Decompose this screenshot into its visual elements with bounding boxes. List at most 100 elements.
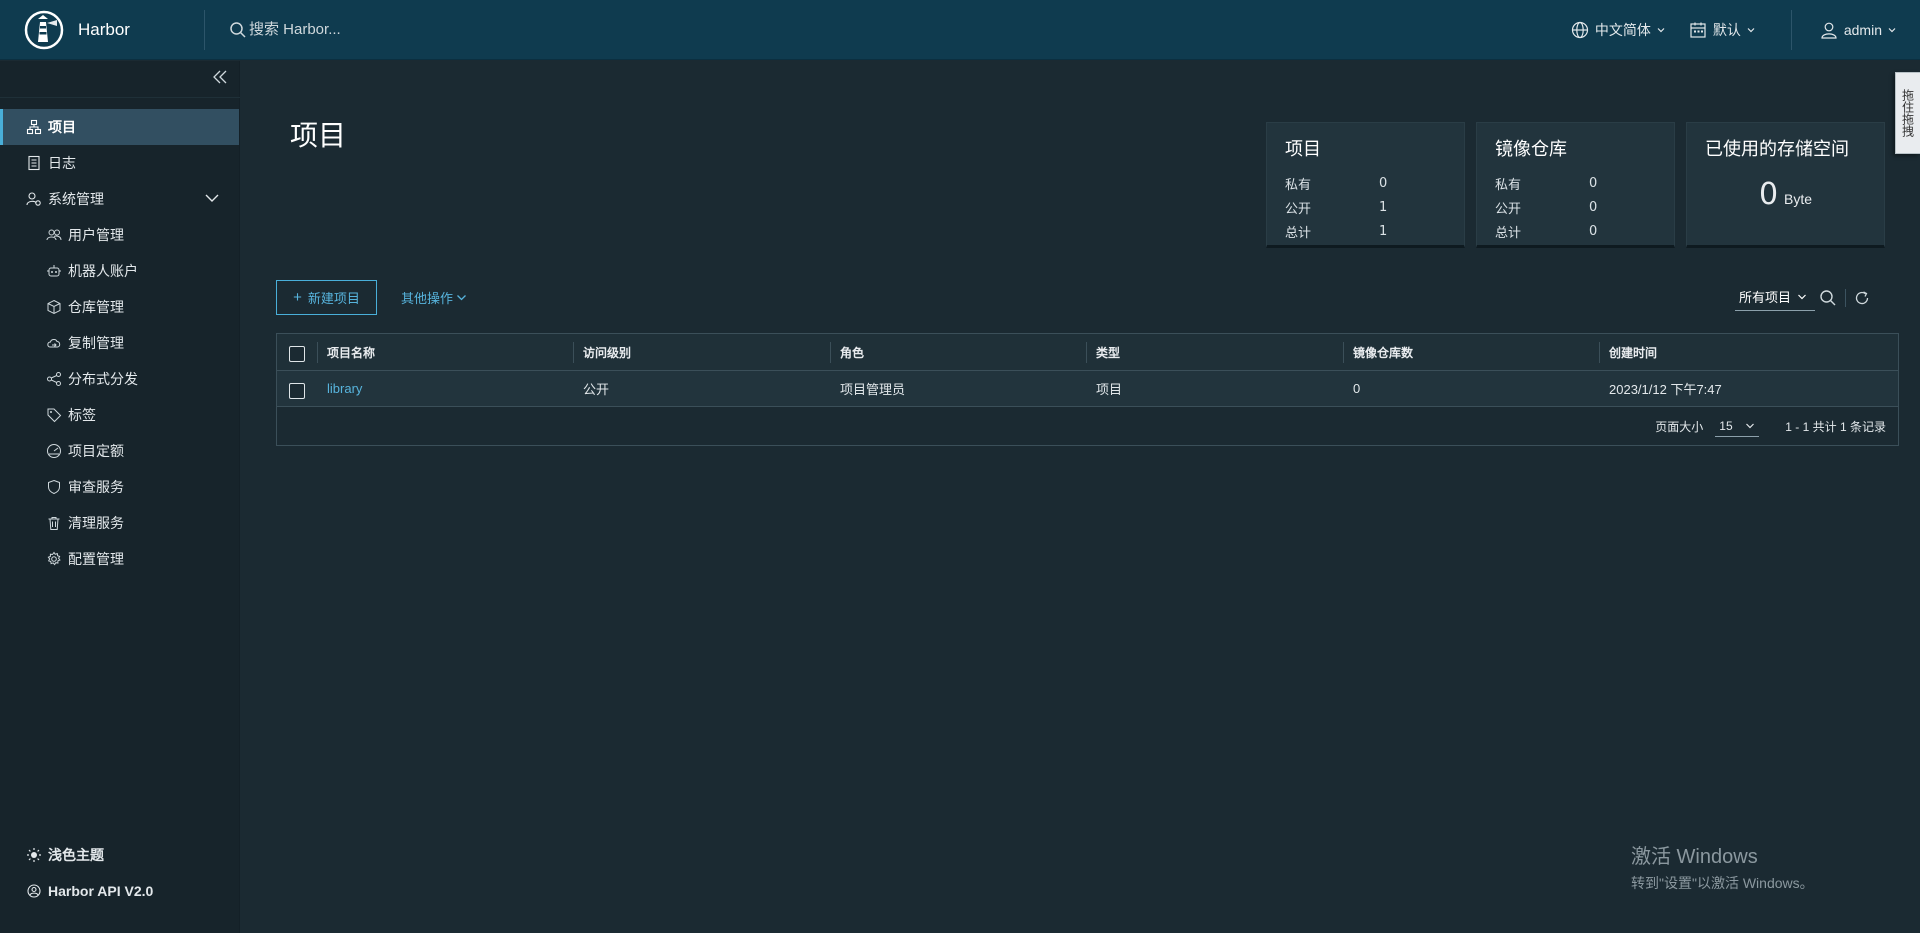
storage-number: 0 — [1758, 177, 1779, 212]
access-level-cell: 公开 — [583, 382, 610, 397]
new-project-button[interactable]: + 新建项目 — [276, 280, 377, 315]
projects-summary-card: 项目 私有 0 公开 1 总计 1 — [1266, 122, 1465, 248]
chevron-down-icon — [1747, 27, 1755, 32]
table-footer: 页面大小 15 1 - 1 共计 1 条记录 — [277, 407, 1898, 445]
distribution-icon — [47, 372, 61, 386]
sidebar-item-logs[interactable]: 日志 — [0, 145, 240, 181]
refresh-icon[interactable] — [1854, 290, 1870, 306]
more-actions-label: 其他操作 — [401, 291, 454, 306]
project-name-link[interactable]: library — [327, 381, 362, 396]
globe-icon — [1571, 21, 1588, 38]
column-header-access[interactable]: 访问级别 — [573, 334, 830, 370]
filter-label: 所有项目 — [1739, 290, 1792, 305]
projects-table: 项目名称 访问级别 角色 类型 镜像仓库数 创建时间 library 公开 项目… — [276, 333, 1899, 446]
storage-summary-card: 已使用的存储空间 0 Byte — [1686, 122, 1885, 248]
header-divider — [1790, 9, 1792, 50]
harbor-logo-icon — [24, 10, 64, 49]
sidebar-item-label: 复制管理 — [68, 335, 124, 351]
projects-icon — [26, 119, 42, 135]
sidebar-item-admin[interactable]: 系统管理 — [0, 181, 240, 217]
sidebar-item-users[interactable]: 用户管理 — [0, 217, 240, 253]
global-search[interactable] — [229, 0, 549, 60]
sidebar-item-registries[interactable]: 仓库管理 — [0, 289, 240, 325]
column-header-name[interactable]: 项目名称 — [317, 334, 573, 370]
search-input[interactable] — [249, 21, 549, 38]
card-row-public: 公开 0 — [1495, 199, 1598, 216]
sidebar-item-replications[interactable]: 复制管理 — [0, 325, 240, 361]
filter-divider — [1845, 289, 1846, 307]
app-header: Harbor 中文简体 默认 — [0, 0, 1920, 60]
admin-icon — [26, 192, 41, 206]
logs-icon — [28, 155, 40, 171]
sun-icon — [27, 848, 41, 862]
gear-icon — [47, 551, 61, 566]
card-row-private: 私有 0 — [1495, 175, 1598, 192]
sidebar-item-configuration[interactable]: 配置管理 — [0, 541, 240, 577]
table-row: library 公开 项目管理员 项目 0 2023/1/12 下午7:47 — [277, 371, 1898, 407]
chevron-down-icon — [1888, 27, 1896, 32]
storage-value: 0 Byte — [1705, 177, 1866, 212]
column-header-created[interactable]: 创建时间 — [1599, 334, 1889, 370]
language-selector[interactable]: 中文简体 — [1571, 20, 1665, 40]
user-menu[interactable]: admin — [1820, 21, 1896, 39]
brand[interactable]: Harbor — [0, 0, 204, 60]
theme-selector[interactable]: 默认 — [1689, 20, 1755, 40]
sidebar-item-projects[interactable]: 项目 — [0, 109, 239, 145]
project-filter: 所有项目 — [1735, 285, 1870, 311]
brand-name: Harbor — [78, 19, 130, 39]
card-title: 已使用的存储空间 — [1705, 139, 1849, 159]
api-explorer-link[interactable]: Harbor API V2.0 — [0, 873, 240, 909]
sidebar-item-label: 系统管理 — [48, 191, 104, 207]
card-row-private: 私有 0 — [1285, 175, 1388, 192]
sidebar-item-quotas[interactable]: 项目定额 — [0, 433, 240, 469]
floating-side-tab[interactable]: 拖住拖拽 — [1895, 72, 1920, 154]
sidebar-item-label: 配置管理 — [68, 551, 124, 567]
chevron-down-icon — [457, 295, 466, 301]
sidebar-item-interrogation[interactable]: 审查服务 — [0, 469, 240, 505]
user-icon — [1821, 22, 1837, 39]
column-header-role[interactable]: 角色 — [830, 334, 1086, 370]
row-checkbox[interactable] — [289, 382, 305, 399]
sidebar-item-cleanup[interactable]: 清理服务 — [0, 505, 240, 541]
sidebar-item-label: 审查服务 — [68, 479, 124, 495]
created-time-cell: 2023/1/12 下午7:47 — [1609, 382, 1722, 397]
sidebar-item-label: 项目定额 — [68, 443, 124, 459]
user-name: admin — [1843, 21, 1882, 38]
watermark-line1: 激活 Windows — [1631, 846, 1758, 868]
card-row-total: 总计 0 — [1495, 223, 1598, 240]
sidebar-item-robot-accounts[interactable]: 机器人账户 — [0, 253, 240, 289]
project-filter-select[interactable]: 所有项目 — [1735, 285, 1815, 311]
theme-toggle[interactable]: 浅色主题 — [0, 837, 240, 873]
users-icon — [46, 229, 62, 241]
quota-icon — [47, 444, 61, 458]
trash-icon — [48, 517, 60, 530]
pagination-summary: 1 - 1 共计 1 条记录 — [1785, 419, 1886, 434]
sidebar-item-label: 清理服务 — [68, 515, 124, 531]
card-row-public: 公开 1 — [1285, 199, 1388, 216]
repos-summary-card: 镜像仓库 私有 0 公开 0 总计 0 — [1476, 122, 1675, 248]
shield-icon — [48, 479, 60, 495]
chevron-down-icon — [1798, 294, 1806, 299]
sidebar-item-label: 日志 — [48, 155, 76, 171]
header-divider — [204, 9, 205, 50]
new-project-label: 新建项目 — [307, 291, 360, 306]
role-cell: 项目管理员 — [840, 382, 906, 397]
select-all-checkbox[interactable] — [289, 346, 305, 362]
collapse-sidebar-icon[interactable] — [211, 68, 229, 86]
api-icon — [27, 884, 41, 898]
chevron-down-icon[interactable] — [204, 190, 220, 206]
column-header-repo-count[interactable]: 镜像仓库数 — [1343, 334, 1599, 370]
sidebar-item-distributions[interactable]: 分布式分发 — [0, 361, 240, 397]
sidebar-item-labels[interactable]: 标签 — [0, 397, 240, 433]
summary-cards: 项目 私有 0 公开 1 总计 1 镜像仓库 私有 0 公开 0 总计 0 已使用的存储空间… — [1266, 122, 1896, 248]
search-icon[interactable] — [1819, 289, 1837, 307]
sidebar-divider — [0, 97, 240, 98]
type-cell: 项目 — [1096, 382, 1123, 397]
column-header-type[interactable]: 类型 — [1086, 334, 1343, 370]
sidebar-item-label: 项目 — [48, 119, 76, 135]
header-right: 中文简体 默认 admin — [1571, 0, 1920, 60]
card-title: 项目 — [1285, 139, 1321, 159]
project-name-cell: library — [317, 371, 573, 406]
more-actions-dropdown[interactable]: 其他操作 — [401, 288, 467, 307]
page-size-select[interactable]: 15 — [1715, 415, 1760, 437]
